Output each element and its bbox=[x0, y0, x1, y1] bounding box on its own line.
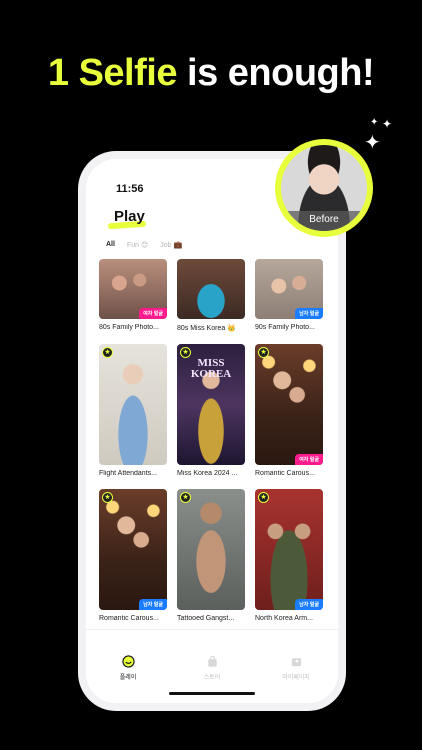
pageant-overlay-text: MISS KOREA bbox=[190, 357, 232, 380]
tab-all[interactable]: All bbox=[106, 241, 115, 249]
template-thumbnail bbox=[177, 259, 245, 319]
phone-mockup: 11:56 Play All Fun 😊 Job 💼 여자 얼굴 80s Fam… bbox=[78, 151, 346, 711]
template-card[interactable]: ★ Tattooed Gangst... bbox=[177, 489, 245, 622]
before-avatar: Before bbox=[275, 139, 373, 237]
template-card[interactable]: 남자 얼굴 90s Family Photo... bbox=[255, 259, 323, 331]
tab-fun[interactable]: Fun 😊 bbox=[127, 241, 148, 249]
template-card[interactable]: ★ 여자 얼굴 Romantic Carous... bbox=[255, 344, 323, 477]
template-thumbnail: ★ 남자 얼굴 bbox=[99, 489, 167, 610]
tab-mypage[interactable]: 마이페이지 bbox=[261, 655, 331, 681]
face-badge: 남자 얼굴 bbox=[295, 308, 323, 319]
play-face-icon bbox=[121, 655, 135, 668]
template-caption: Tattooed Gangst... bbox=[177, 615, 235, 622]
template-caption: 90s Family Photo... bbox=[255, 324, 315, 331]
template-thumbnail: 남자 얼굴 bbox=[255, 259, 323, 319]
bottom-tab-bar: 플레이 스토어 마이페이지 bbox=[86, 629, 338, 703]
headline-rest: is enough! bbox=[176, 52, 375, 94]
headline-accent: 1 Selfie bbox=[47, 52, 178, 94]
template-thumbnail: MISS KOREA ★ bbox=[177, 344, 245, 465]
category-tabs: All Fun 😊 Job 💼 bbox=[106, 241, 182, 249]
tab-job[interactable]: Job 💼 bbox=[160, 241, 182, 249]
tab-label: 마이페이지 bbox=[282, 675, 310, 681]
template-caption: Romantic Carous... bbox=[255, 470, 315, 477]
shopping-bag-icon bbox=[207, 655, 217, 667]
tab-store[interactable]: 스토어 bbox=[177, 655, 247, 681]
wallet-icon bbox=[291, 658, 301, 667]
template-card[interactable]: MISS KOREA ★ Miss Korea 2024 ... bbox=[177, 344, 245, 477]
template-caption: Romantic Carous... bbox=[99, 615, 159, 622]
face-badge: 남자 얼굴 bbox=[295, 599, 323, 610]
face-badge: 여자 얼굴 bbox=[295, 454, 323, 465]
tab-play[interactable]: 플레이 bbox=[93, 655, 163, 681]
headline: 1 Selfie is enough! bbox=[0, 52, 422, 95]
template-thumbnail: 여자 얼굴 bbox=[99, 259, 167, 319]
tab-label: 플레이 bbox=[119, 675, 137, 681]
star-icon: ★ bbox=[258, 347, 269, 358]
star-icon: ★ bbox=[102, 347, 113, 358]
home-indicator bbox=[169, 692, 255, 695]
template-caption: North Korea Arm... bbox=[255, 615, 313, 622]
status-time: 11:56 bbox=[116, 183, 144, 195]
template-caption: 80s Family Photo... bbox=[99, 324, 159, 331]
template-thumbnail: ★ bbox=[177, 489, 245, 610]
template-card[interactable]: ★ Flight Attendants... bbox=[99, 344, 167, 477]
sparkle-icon: ✦ bbox=[382, 117, 393, 131]
template-card[interactable]: 여자 얼굴 80s Family Photo... bbox=[99, 259, 167, 331]
sparkle-icon: ✦ bbox=[370, 117, 379, 128]
page-title: Play bbox=[114, 208, 145, 225]
selfie-photo: Before bbox=[281, 145, 367, 231]
app-screen: 11:56 Play All Fun 😊 Job 💼 여자 얼굴 80s Fam… bbox=[86, 159, 338, 703]
face-badge: 남자 얼굴 bbox=[139, 599, 167, 610]
face-badge: 여자 얼굴 bbox=[139, 308, 167, 319]
star-icon: ★ bbox=[180, 492, 191, 503]
before-label: Before bbox=[281, 211, 367, 231]
template-thumbnail: ★ bbox=[99, 344, 167, 465]
template-card[interactable]: ★ 남자 얼굴 Romantic Carous... bbox=[99, 489, 167, 622]
sparkle-icon: ✦ bbox=[364, 132, 381, 154]
template-card[interactable]: 80s Miss Korea 👑 bbox=[177, 259, 245, 332]
template-thumbnail: ★ 여자 얼굴 bbox=[255, 344, 323, 465]
star-icon: ★ bbox=[180, 347, 191, 358]
star-icon: ★ bbox=[102, 492, 113, 503]
tab-label: 스토어 bbox=[203, 675, 221, 681]
template-caption: 80s Miss Korea 👑 bbox=[177, 325, 236, 332]
template-caption: Flight Attendants... bbox=[99, 470, 157, 477]
star-icon: ★ bbox=[258, 492, 269, 503]
template-card[interactable]: ★ 남자 얼굴 North Korea Arm... bbox=[255, 489, 323, 622]
template-caption: Miss Korea 2024 ... bbox=[177, 470, 238, 477]
template-thumbnail: ★ 남자 얼굴 bbox=[255, 489, 323, 610]
